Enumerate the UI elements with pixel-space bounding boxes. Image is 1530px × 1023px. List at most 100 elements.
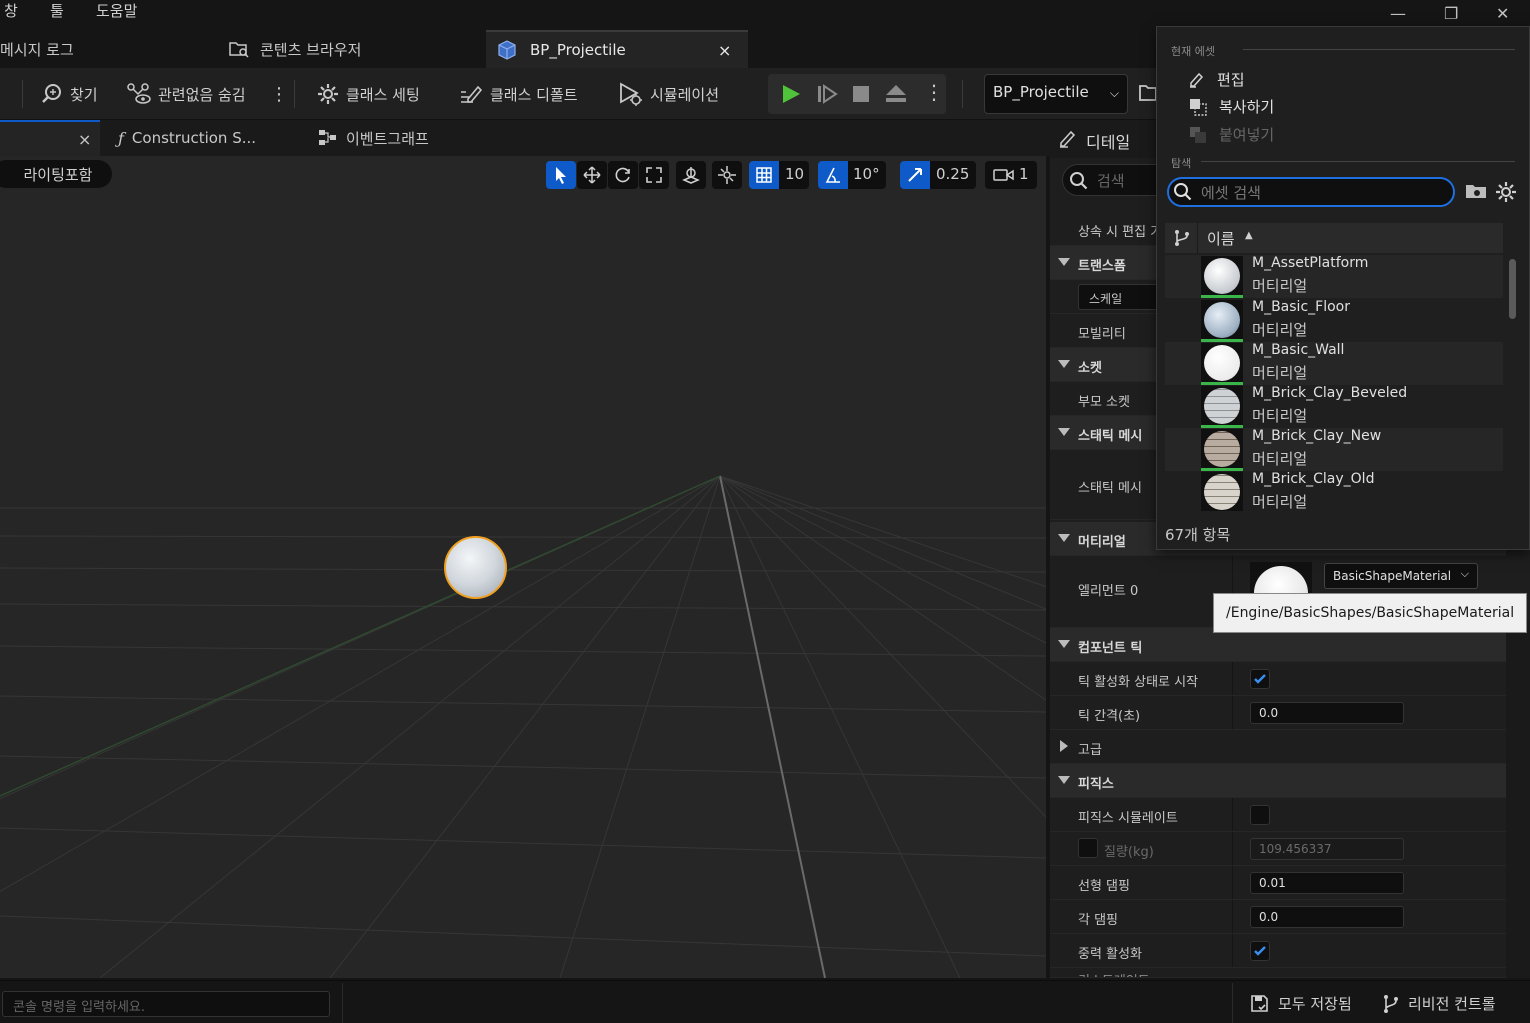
- surface-snap-button[interactable]: [676, 161, 706, 189]
- simulation-icon: [620, 82, 642, 106]
- restore-icon[interactable]: ❐: [1444, 4, 1458, 23]
- lighting-mode-button[interactable]: 라이팅포함: [0, 160, 112, 188]
- simulate-physics-checkbox[interactable]: [1250, 805, 1270, 825]
- editor-tab-bar: × ƒ Construction S... 이벤트그래프: [0, 120, 1050, 156]
- world-local-icon: [718, 166, 736, 184]
- scrollbar-thumb[interactable]: [1509, 259, 1516, 319]
- advance-frame-icon[interactable]: [816, 83, 838, 105]
- console-input[interactable]: 콘솔 명령을 입력하세요.: [2, 991, 330, 1017]
- scale-lock-dropdown[interactable]: 스케일: [1078, 284, 1158, 310]
- copy-icon: [1190, 98, 1207, 116]
- tick-interval-field[interactable]: 0.0: [1250, 702, 1404, 724]
- close-window-icon[interactable]: ✕: [1496, 4, 1509, 23]
- play-icon[interactable]: [780, 83, 802, 105]
- scale-snap-button[interactable]: 0.25: [900, 161, 976, 189]
- scale-mode-button[interactable]: [639, 161, 669, 189]
- expand-arrow-icon: [1058, 258, 1070, 266]
- material-ball: [1204, 302, 1240, 338]
- move-icon: [583, 166, 601, 184]
- class-settings-button[interactable]: 클래스 세팅: [316, 78, 420, 110]
- debug-object-dropdown[interactable]: BP_Projectile ⌵: [984, 74, 1128, 114]
- status-bar: 콘솔 명령을 입력하세요. 모두 저장됨 리비전 컨트롤: [0, 980, 1530, 1023]
- asset-thumbnail: [1201, 429, 1243, 471]
- asset-thumbnail: [1201, 256, 1243, 298]
- list-item[interactable]: M_Brick_Clay_Beveled 머티리얼: [1165, 385, 1503, 428]
- menu-help[interactable]: 도움말: [96, 0, 137, 21]
- category-physics[interactable]: 피직스: [1050, 764, 1506, 798]
- tick-start-checkbox[interactable]: [1250, 669, 1270, 689]
- list-item[interactable]: M_Basic_Floor 머티리얼: [1165, 299, 1503, 342]
- play-options-icon[interactable]: ⋮: [924, 80, 944, 104]
- viewport[interactable]: 라이팅포함 10 10° 0.25 1: [0, 156, 1046, 978]
- material-ball: [1204, 258, 1240, 294]
- gear-icon: [318, 84, 338, 104]
- stop-icon[interactable]: [850, 83, 872, 105]
- select-mode-button[interactable]: [546, 161, 576, 189]
- play-controls: ⋮: [768, 74, 946, 114]
- asset-list-scrollbar[interactable]: [1507, 255, 1517, 511]
- asset-thumbnail: [1201, 472, 1243, 511]
- tab-viewport[interactable]: ×: [0, 120, 100, 156]
- angular-damping-field[interactable]: 0.0: [1250, 906, 1404, 928]
- divider: [1201, 161, 1515, 162]
- tab-content-browser[interactable]: 콘텐츠 브라우저: [228, 30, 478, 68]
- eject-icon[interactable]: [884, 83, 908, 105]
- tab-message-log[interactable]: 메시지 로그: [0, 30, 210, 68]
- rotate-icon: [615, 167, 630, 183]
- folder-icon[interactable]: [1465, 181, 1487, 201]
- tab-construction-script[interactable]: ƒ Construction S...: [118, 120, 256, 156]
- category-component-tick[interactable]: 컴포넌트 틱: [1050, 628, 1506, 662]
- world-local-button[interactable]: [712, 161, 742, 189]
- class-defaults-button[interactable]: 클래스 디폴트: [458, 78, 578, 110]
- blueprint-icon: [498, 40, 516, 60]
- material-ball: [1204, 431, 1240, 467]
- enable-gravity-row: 중력 활성화: [1050, 934, 1506, 968]
- column-divider: [1232, 866, 1233, 899]
- camera-speed-button[interactable]: 1: [985, 161, 1037, 189]
- material-ball: [1204, 474, 1240, 510]
- asset-search-input[interactable]: 에셋 검색: [1167, 177, 1455, 207]
- rotate-mode-button[interactable]: [608, 161, 638, 189]
- menu-window[interactable]: 창: [4, 0, 18, 21]
- tab-bp-projectile[interactable]: BP_Projectile ×: [486, 30, 748, 68]
- category-advanced[interactable]: 고급: [1050, 730, 1506, 764]
- hide-unrelated-button[interactable]: 관련없음 숨김: [126, 78, 246, 110]
- projectile-sphere[interactable]: [444, 536, 507, 599]
- list-item[interactable]: M_Brick_Clay_Old 머티리얼: [1165, 471, 1503, 511]
- source-control-icon[interactable]: [1173, 229, 1191, 247]
- rotate-snap-button[interactable]: 10°: [818, 161, 886, 189]
- save-all-button[interactable]: 모두 저장됨: [1250, 993, 1352, 1014]
- minimize-icon[interactable]: —: [1390, 4, 1406, 23]
- mass-field: 109.456337: [1250, 838, 1404, 860]
- viewport-grid: [0, 475, 1046, 978]
- menu-tools[interactable]: 툴: [50, 0, 64, 21]
- linear-damping-field[interactable]: 0.01: [1250, 872, 1404, 894]
- expand-arrow-icon: [1058, 776, 1070, 784]
- find-in-browser-icon[interactable]: [1138, 82, 1156, 104]
- enable-gravity-checkbox[interactable]: [1250, 941, 1270, 961]
- material-combo-dropdown[interactable]: BasicShapeMaterial ⌵: [1324, 563, 1478, 589]
- details-scrollbar[interactable]: [1506, 620, 1530, 978]
- close-tab-icon[interactable]: ×: [718, 41, 731, 60]
- paste-menu-item: 붙여넣기: [1189, 124, 1274, 145]
- list-item[interactable]: M_AssetPlatform 머티리얼: [1165, 255, 1503, 298]
- grid-snap-button[interactable]: 10: [749, 161, 809, 189]
- edit-menu-item[interactable]: 편집: [1189, 69, 1245, 90]
- close-tab-icon[interactable]: ×: [78, 130, 91, 149]
- column-divider: [1232, 934, 1233, 967]
- find-button[interactable]: 찾기: [40, 78, 98, 110]
- translate-mode-button[interactable]: [577, 161, 607, 189]
- revision-control-button[interactable]: 리비전 컨트롤: [1382, 993, 1496, 1014]
- list-item[interactable]: M_Brick_Clay_New 머티리얼: [1165, 428, 1503, 471]
- tab-event-graph[interactable]: 이벤트그래프: [318, 120, 429, 156]
- hide-unrelated-options[interactable]: ⋮: [270, 78, 288, 110]
- simulate-physics-row: 피직스 시뮬레이트: [1050, 798, 1506, 832]
- column-name-header[interactable]: 이름: [1207, 228, 1235, 249]
- mass-override-checkbox[interactable]: [1078, 838, 1098, 858]
- column-divider: [1232, 832, 1233, 865]
- gear-icon[interactable]: [1495, 181, 1517, 203]
- simulation-button[interactable]: 시뮬레이션: [618, 78, 719, 110]
- list-item[interactable]: M_Basic_Wall 머티리얼: [1165, 342, 1503, 385]
- copy-menu-item[interactable]: 복사하기: [1189, 96, 1274, 117]
- column-divider: [1232, 662, 1233, 695]
